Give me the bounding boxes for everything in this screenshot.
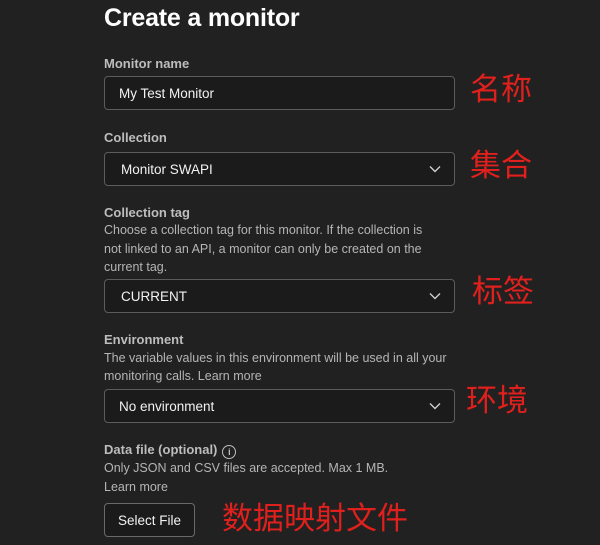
annotation-name: 名称 [470, 72, 532, 108]
info-icon[interactable]: i [222, 445, 237, 459]
chevron-down-icon [428, 289, 442, 303]
annotation-collection: 集合 [470, 148, 532, 184]
environment-select[interactable]: No environment [104, 389, 455, 423]
annotation-data-file: 数据映射文件 [222, 501, 408, 537]
select-file-button[interactable]: Select File [104, 503, 195, 537]
data-file-label: Data file (optional) i [104, 442, 237, 459]
chevron-down-icon [428, 399, 442, 413]
environment-help-line-1: The variable values in this environment … [104, 350, 447, 365]
monitor-name-label: Monitor name [104, 56, 190, 71]
data-file-label-text: Data file (optional) [104, 442, 218, 457]
chevron-down-icon [428, 162, 442, 176]
annotation-environment: 环境 [466, 383, 528, 419]
environment-help-line-2: monitoring calls. Learn more [104, 369, 262, 383]
environment-label: Environment [104, 332, 184, 347]
collection-tag-help-line-2: not linked to an API, a monitor can only… [104, 241, 422, 256]
collection-tag-help-line-3: current tag. [104, 260, 168, 274]
monitor-name-value: My Test Monitor [119, 85, 215, 101]
collection-tag-label: Collection tag [104, 205, 190, 220]
data-file-learn-more-link[interactable]: Learn more [104, 478, 168, 497]
collection-selected-value: Monitor SWAPI [121, 161, 213, 177]
collection-tag-help-line-1: Choose a collection tag for this monitor… [104, 223, 423, 237]
collection-tag-selected-value: CURRENT [121, 288, 187, 304]
data-file-help-line-1: Only JSON and CSV files are accepted. Ma… [104, 461, 389, 475]
annotation-tag: 标签 [472, 274, 534, 310]
monitor-name-input[interactable]: My Test Monitor [104, 76, 455, 110]
page-title: Create a monitor [104, 4, 300, 32]
collection-tag-select[interactable]: CURRENT [104, 279, 455, 313]
collection-label: Collection [104, 130, 167, 145]
collection-select[interactable]: Monitor SWAPI [104, 152, 455, 186]
environment-selected-value: No environment [119, 398, 215, 414]
